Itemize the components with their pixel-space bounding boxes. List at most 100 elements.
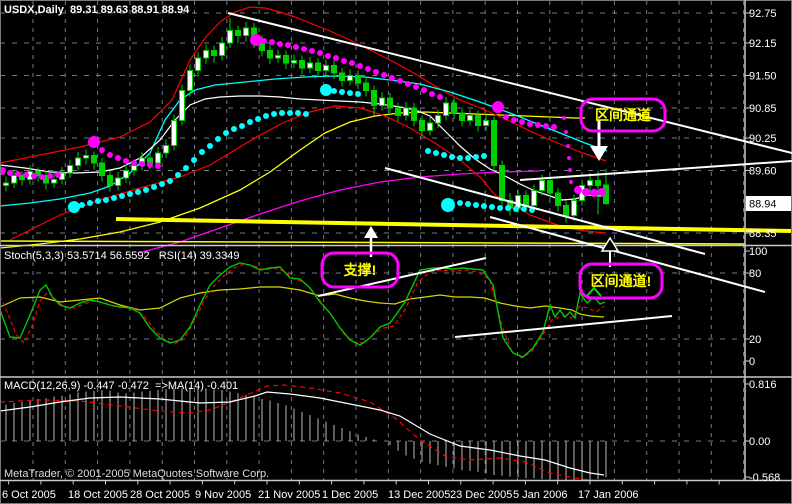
candle-body [171,120,177,146]
sar-dot-magenta [155,163,161,169]
sar-dot-magenta [567,156,571,160]
sar-dot-cyan [441,152,447,158]
sar-dot-magenta [115,155,121,161]
date-axis-label: 9 Nov 2005 [195,489,251,501]
trendline-white[interactable] [454,315,673,338]
sar-dot-cyan [303,111,309,117]
macd-axis-label: -0.568 [749,472,780,484]
sar-dot-magenta [562,116,566,120]
sar-dot-magenta [31,173,37,179]
sar-dot-magenta [527,121,533,127]
down-arrow-head[interactable] [590,146,608,161]
candle-body [451,102,457,114]
up-arrow-head-hollow[interactable] [600,236,620,252]
sar-dot-magenta [309,48,315,54]
candle-body [355,75,361,84]
main-price-panel[interactable] [0,6,792,254]
candle-body [11,175,17,184]
sar-dot-cyan [433,150,439,156]
ma-magenta-line [137,170,541,254]
sar-dot-magenta [437,94,443,100]
sar-dot-cyan [143,187,149,193]
sar-dot-cyan [473,154,479,160]
candle-body [235,30,241,36]
candle-body [531,190,537,206]
candle-body [187,70,193,91]
candle-body [443,102,449,116]
sar-dot-cyan [441,198,455,212]
macd-signal-line [0,384,598,482]
annotation-box-text[interactable]: 区间通道 [595,107,651,123]
sar-dot-cyan [295,110,301,116]
candle-body [131,165,137,171]
sar-dot-magenta [139,161,145,167]
candle-body [291,60,297,64]
sar-dot-cyan [473,202,479,208]
sar-dot-magenta [492,101,504,113]
sar-dot-magenta [429,91,435,97]
candle-body [283,55,289,64]
candle-body [83,155,89,159]
sar-dot-magenta [389,75,395,81]
sar-dot-magenta [7,170,13,176]
candle-body [403,107,409,116]
candle-body [211,50,217,56]
sar-dot-magenta [503,114,509,120]
sar-dot-magenta [511,117,517,123]
up-arrow-head[interactable] [364,226,378,238]
candle-body [411,107,417,121]
trendline-white[interactable] [227,12,792,154]
sar-dot-cyan [513,206,519,212]
sar-dot-cyan [183,165,189,171]
annotation-box-text[interactable]: 区间通道! [591,273,652,289]
sar-dot-cyan [103,197,109,203]
stoch-axis-label: 80 [749,268,761,280]
sar-dot-magenta [543,123,549,129]
sar-dot-magenta [47,173,53,179]
candle-body [243,27,249,36]
candle-body [371,90,377,106]
candle-body [163,145,169,154]
candle-body [51,179,57,184]
candle-body [227,30,233,44]
annotation-box-text[interactable]: 支撑! [343,262,377,278]
sar-dot-cyan [223,130,229,136]
sar-dot-magenta [413,84,419,90]
stoch-axis-label: 20 [749,334,761,346]
support-line-thin-yellow[interactable] [0,240,746,245]
sar-dot-magenta [365,66,371,72]
sar-dot-magenta [564,130,568,134]
sar-dot-cyan [119,193,125,199]
candle-body [67,165,73,174]
candle-body [3,182,9,186]
sar-dot-cyan [425,148,431,154]
stoch-axis-label: 100 [749,246,767,258]
sar-dot-magenta [590,189,598,197]
sar-dot-magenta [574,186,582,194]
sar-dot-magenta [405,81,411,87]
stochastic-rsi-panel[interactable] [0,262,606,359]
sar-dot-magenta [421,87,427,93]
annotation-objects[interactable]: 区间通道支撑! 区间通道! [227,12,792,338]
current-price-label: 88.94 [749,199,777,211]
candle-body [315,62,321,71]
sar-dot-magenta [349,60,355,66]
sar-dot-magenta [568,168,572,172]
candle-body [555,192,561,206]
sar-dot-magenta [277,41,283,47]
sar-dot-magenta [301,46,307,52]
date-axis-label: 23 Dec 2005 [450,489,512,501]
sar-dot-cyan [231,126,237,132]
sar-dot-magenta [551,124,557,130]
sar-dot-cyan [449,154,455,160]
macd-panel[interactable] [0,384,607,482]
candle-body [387,97,393,109]
sar-dot-cyan [497,205,503,211]
price-axis-label: 91.50 [749,71,777,83]
date-axis-label: 13 Dec 2005 [388,489,450,501]
candle-body [331,65,337,74]
sar-dot-cyan [271,111,277,117]
fractal-up-caret[interactable] [586,286,602,297]
sar-dot-magenta [23,172,29,178]
sar-dot-cyan [239,123,245,129]
